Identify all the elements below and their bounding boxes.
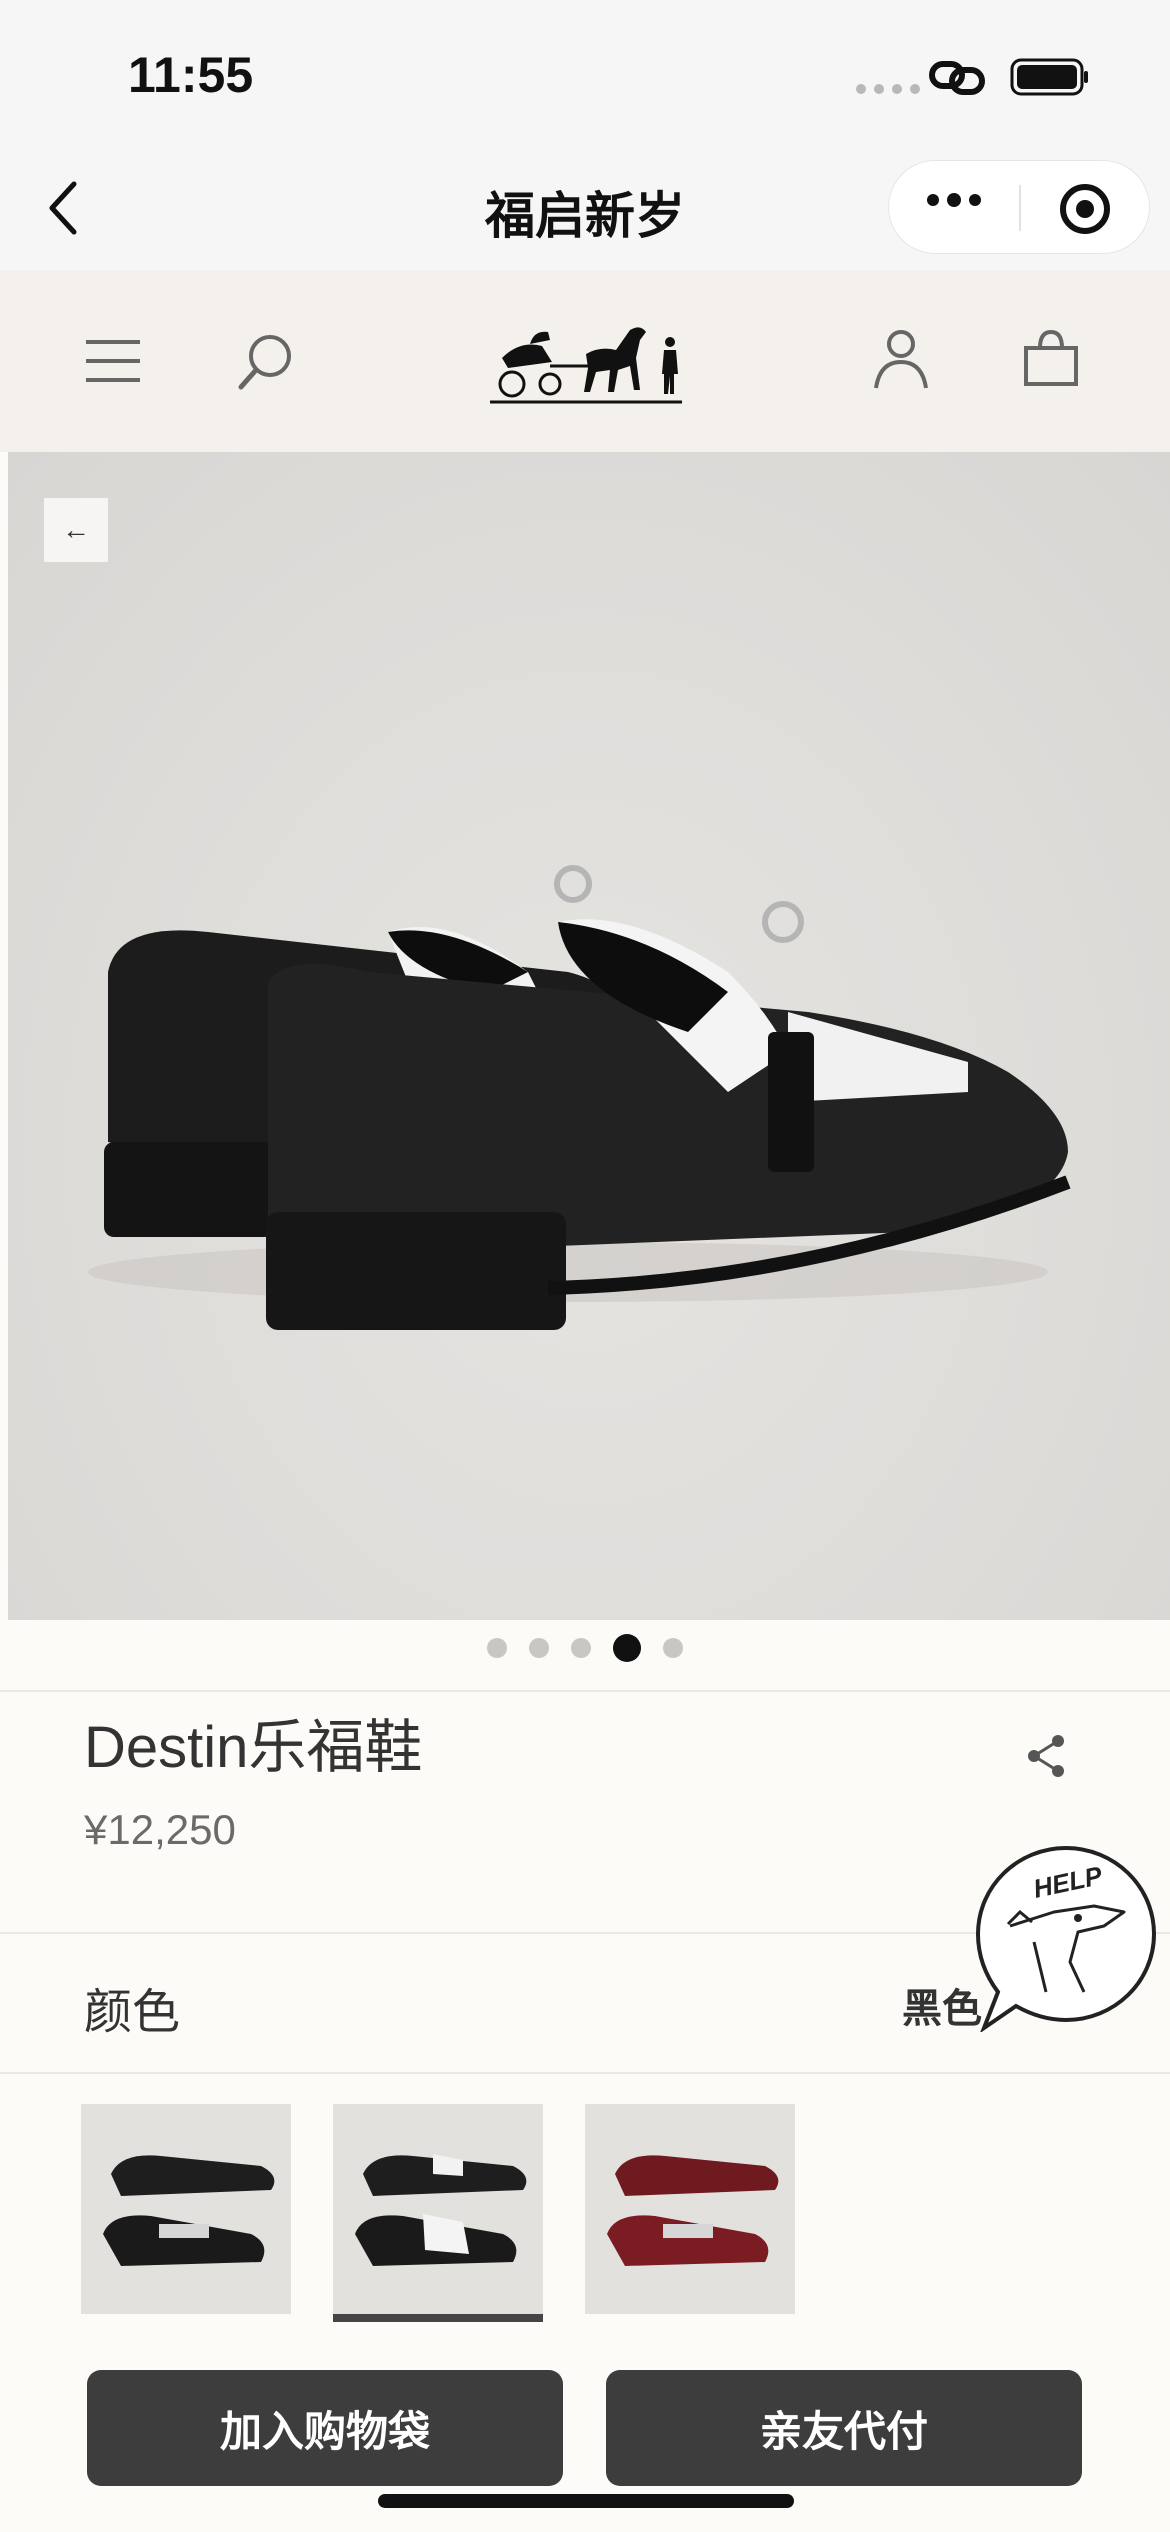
menu-icon[interactable] — [84, 336, 142, 386]
divider — [0, 2072, 1170, 2074]
carousel-dot[interactable] — [529, 1638, 549, 1658]
carousel-dot[interactable] — [571, 1638, 591, 1658]
product-price: ¥12,250 — [84, 1806, 236, 1853]
capsule-menu — [888, 160, 1150, 254]
shopping-bag-icon[interactable] — [1020, 326, 1082, 390]
product-image[interactable]: ← — [8, 452, 1170, 1620]
add-to-bag-button[interactable]: 加入购物袋 — [87, 2370, 563, 2486]
product-name: Destin乐福鞋 — [84, 1715, 423, 1780]
brand-logo[interactable] — [490, 310, 682, 410]
site-header — [0, 270, 1170, 452]
status-time: 11:55 — [128, 47, 254, 103]
image-carousel-indicator[interactable] — [0, 1634, 1170, 1662]
account-icon[interactable] — [872, 328, 930, 392]
friend-pay-button[interactable]: 亲友代付 — [606, 2370, 1082, 2486]
share-icon[interactable] — [1026, 1734, 1066, 1778]
cellular-signal-icon — [856, 84, 920, 94]
loafer-illustration — [88, 865, 1071, 1330]
selected-swatch-indicator — [333, 2314, 543, 2322]
swatch-black-image — [103, 2155, 275, 2266]
color-swatch-black[interactable] — [81, 2104, 291, 2314]
carousel-dot-active[interactable] — [613, 1634, 641, 1662]
color-swatch-black-white[interactable] — [333, 2104, 543, 2314]
color-swatch-burgundy[interactable] — [585, 2104, 795, 2314]
swatch-burgundy-image — [607, 2155, 779, 2266]
home-indicator[interactable] — [378, 2494, 794, 2508]
swatch-black-white-image — [355, 2154, 527, 2266]
link-icon — [929, 61, 985, 95]
close-mini-program-icon[interactable] — [1057, 181, 1113, 237]
color-label: 颜色 — [84, 1986, 181, 2039]
carousel-dot[interactable] — [663, 1638, 683, 1658]
status-bar: 11:55 — [0, 0, 1170, 150]
help-chat-button[interactable]: HELP — [974, 1842, 1160, 2032]
search-icon[interactable] — [236, 332, 296, 392]
battery-icon — [1010, 58, 1088, 96]
carousel-dot[interactable] — [487, 1638, 507, 1658]
divider — [0, 1690, 1170, 1692]
selected-color-value: 黑色 — [902, 1987, 982, 2031]
image-back-arrow-icon[interactable]: ← — [44, 498, 108, 562]
more-icon[interactable] — [927, 193, 981, 207]
